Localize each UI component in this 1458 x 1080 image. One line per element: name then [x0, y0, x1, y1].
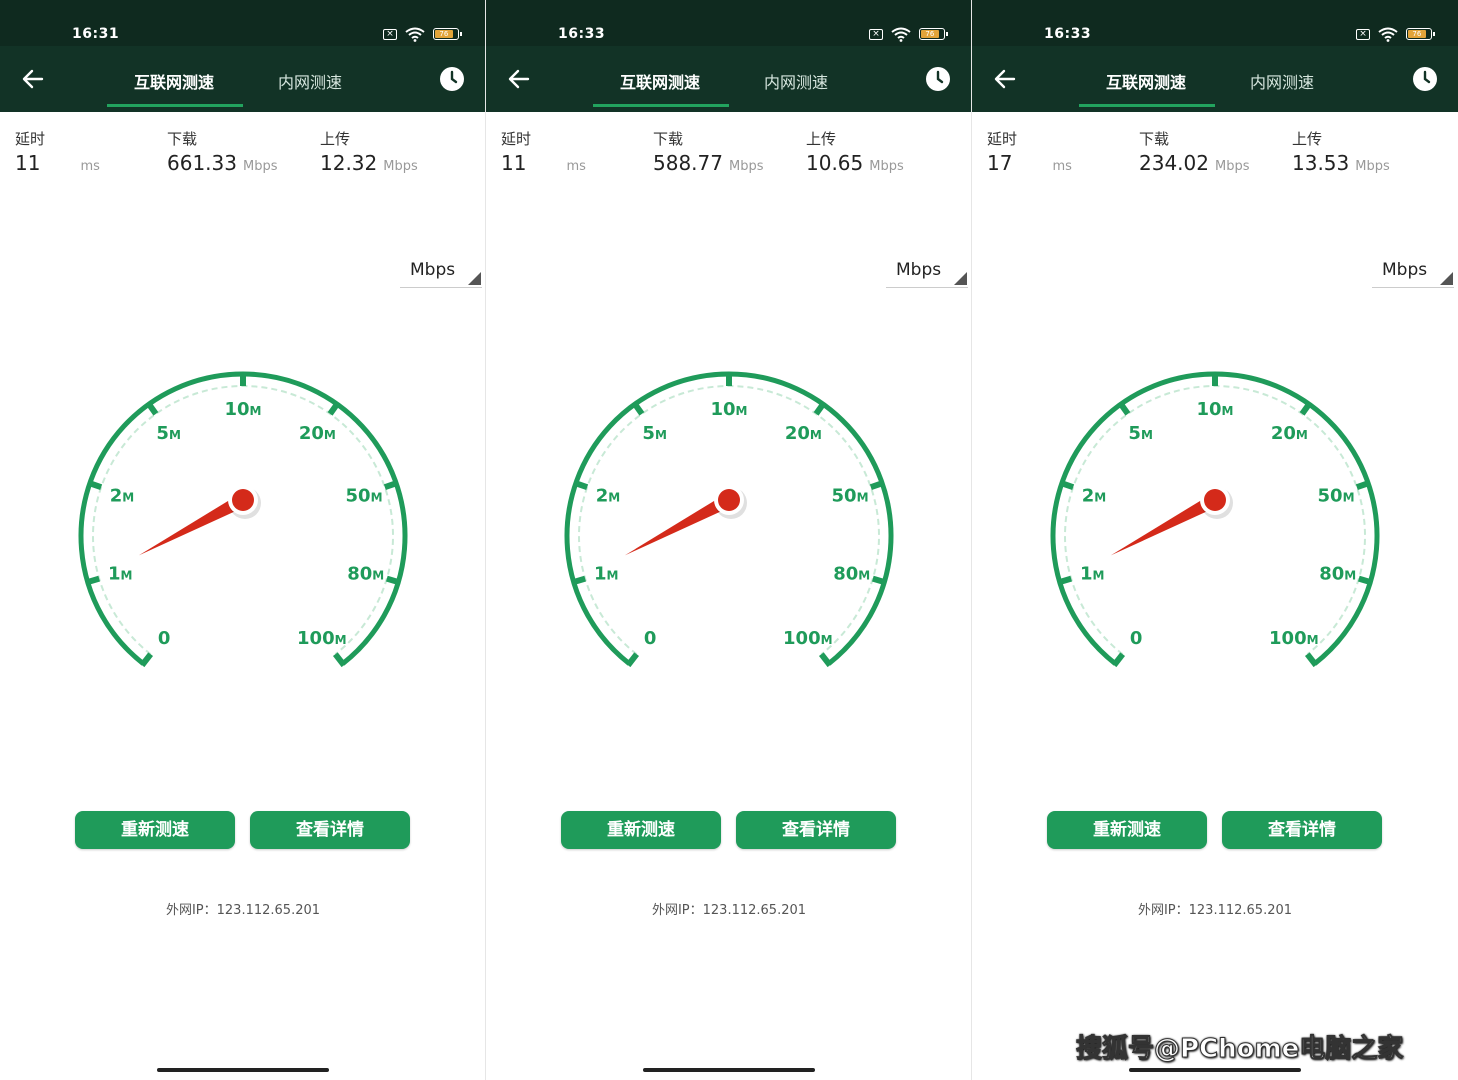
gauge-inner-ring	[578, 385, 880, 655]
phone-screen-3: 16:33 × 76 互联网测速 内网测速 延时 17 ms 下载 234.02 M…	[972, 0, 1458, 1080]
gauge-hub	[1204, 489, 1226, 511]
gauge-tick	[1056, 575, 1073, 586]
gauge-tick	[871, 575, 888, 586]
gauge-label: 5M	[642, 423, 666, 444]
speed-gauge: 0 1M 2M 5M 10M 20M 50M 80M 100M	[564, 371, 894, 668]
gauge-label: 100M	[1269, 628, 1319, 649]
gauge-label: 5M	[1128, 423, 1152, 444]
gauge-label: 5M	[156, 423, 180, 444]
gauge-label: 100M	[297, 628, 347, 649]
gauge-inner-ring	[92, 385, 394, 655]
gauge-tick	[570, 575, 587, 586]
watermark-text: 搜狐号@PChome电脑之家	[1075, 1034, 1404, 1065]
gauge-tick	[1117, 400, 1131, 416]
gauge-tick	[1304, 652, 1319, 668]
gauge-tick	[139, 652, 154, 668]
gauge-tick	[1111, 652, 1126, 668]
phone-screen-1: 16:31 × 76 互联网测速 内网测速 延时 11 ms 下载 661.33 M…	[0, 0, 486, 1080]
gauge-hub	[718, 489, 740, 511]
gauge-label: 0	[644, 628, 657, 649]
view-details-button[interactable]: 查看详情	[250, 811, 410, 849]
external-ip: 外网IP：123.112.65.201	[1137, 903, 1293, 918]
retest-button[interactable]: 重新测速	[561, 811, 721, 849]
gauge-label: 20M	[299, 423, 336, 444]
external-ip: 外网IP：123.112.65.201	[165, 903, 321, 918]
retest-button[interactable]: 重新测速	[75, 811, 235, 849]
gauge-tick	[813, 400, 827, 416]
gauge-label: 80M	[833, 563, 870, 584]
home-indicator[interactable]	[643, 1068, 815, 1072]
view-details-button[interactable]: 查看详情	[1222, 811, 1382, 849]
screenshot-panels: 16:31 × 76 互联网测速 内网测速 延时 11 ms 下载 661.33 M…	[0, 0, 1458, 1080]
phone-screen-2: 16:33 × 76 互联网测速 内网测速 延时 11 ms 下载 588.77 M…	[486, 0, 972, 1080]
gauge-label: 50M	[1318, 485, 1355, 506]
gauge-inner-ring	[1064, 385, 1366, 655]
gauge-label: 1M	[108, 563, 132, 584]
gauge-label: 80M	[347, 563, 384, 584]
gauge-label: 50M	[346, 485, 383, 506]
view-details-button[interactable]: 查看详情	[736, 811, 896, 849]
gauge-tick	[332, 652, 347, 668]
gauge-label: 20M	[785, 423, 822, 444]
retest-button[interactable]: 重新测速	[1047, 811, 1207, 849]
gauge-tick	[327, 400, 341, 416]
gauge-tick	[84, 575, 101, 586]
gauge-label: 100M	[783, 628, 833, 649]
home-indicator[interactable]	[1129, 1068, 1301, 1072]
gauge-tick	[631, 400, 645, 416]
gauge-label: 1M	[594, 563, 618, 584]
gauge-label: 2M	[110, 485, 134, 506]
gauge-label: 0	[158, 628, 171, 649]
home-indicator[interactable]	[157, 1068, 329, 1072]
gauge-label: 50M	[832, 485, 869, 506]
gauge-label: 1M	[1080, 563, 1104, 584]
gauge-tick	[145, 400, 159, 416]
gauge-label: 20M	[1271, 423, 1308, 444]
speed-gauge: 0 1M 2M 5M 10M 20M 50M 80M 100M	[1050, 371, 1380, 668]
gauge-label: 10M	[224, 399, 261, 420]
gauge-tick	[818, 652, 833, 668]
gauge-label: 80M	[1319, 563, 1356, 584]
gauge-label: 2M	[1082, 485, 1106, 506]
external-ip: 外网IP：123.112.65.201	[651, 903, 807, 918]
gauge-tick	[1357, 575, 1374, 586]
gauge-label: 10M	[1196, 399, 1233, 420]
gauge-label: 2M	[596, 485, 620, 506]
gauge-tick	[385, 575, 402, 586]
gauge-hub	[232, 489, 254, 511]
gauge-label: 10M	[710, 399, 747, 420]
gauge-label: 0	[1130, 628, 1143, 649]
gauge-tick	[625, 652, 640, 668]
gauge-tick	[1299, 400, 1313, 416]
speed-gauge: 0 1M 2M 5M 10M 20M 50M 80M 100M	[78, 371, 408, 668]
